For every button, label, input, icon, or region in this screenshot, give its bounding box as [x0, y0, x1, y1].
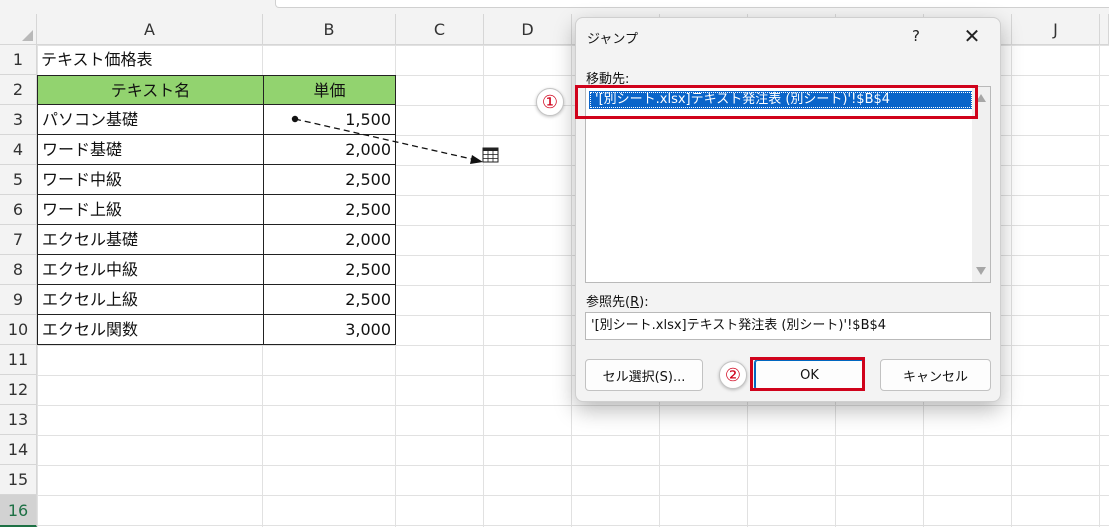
goto-list-item-selected[interactable]: '[別シート.xlsx]テキスト発注表 (別シート)'!$B$4: [589, 91, 973, 109]
help-icon[interactable]: ?: [903, 23, 929, 49]
column-header-d[interactable]: D: [484, 14, 572, 45]
table-cell-name[interactable]: ワード上級: [37, 195, 264, 225]
cancel-button[interactable]: キャンセル: [880, 359, 991, 391]
table-cell-price[interactable]: 2,500: [263, 165, 396, 195]
goto-dialog: ジャンプ ? ✕ 移動先: '[別シート.xlsx]テキスト発注表 (別シート)…: [575, 17, 1001, 402]
table-cell-name[interactable]: パソコン基礎: [37, 105, 264, 135]
close-icon[interactable]: ✕: [957, 23, 987, 49]
table-cell-price[interactable]: 2,500: [263, 285, 396, 315]
row-header-14[interactable]: 14: [0, 435, 37, 465]
row-header-1[interactable]: 1: [0, 45, 37, 75]
goto-list[interactable]: '[別シート.xlsx]テキスト発注表 (別シート)'!$B$4: [585, 86, 991, 283]
table-cell-name[interactable]: エクセル中級: [37, 255, 264, 285]
table-header-name[interactable]: テキスト名: [37, 75, 264, 105]
ok-button[interactable]: OK: [754, 359, 865, 391]
table-cell-name[interactable]: エクセル上級: [37, 285, 264, 315]
table-cell-price[interactable]: 3,000: [263, 315, 396, 345]
table-cell-name[interactable]: エクセル関数: [37, 315, 264, 345]
table-cell-price[interactable]: 2,000: [263, 225, 396, 255]
row-header-7[interactable]: 7: [0, 225, 37, 255]
table-cell-price[interactable]: 1,500: [263, 105, 396, 135]
column-header-c[interactable]: C: [396, 14, 484, 45]
row-header-12[interactable]: 12: [0, 375, 37, 405]
special-button[interactable]: セル選択(S)...: [585, 359, 703, 391]
row-header-10[interactable]: 10: [0, 315, 37, 345]
row-header-13[interactable]: 13: [0, 405, 37, 435]
column-header-b[interactable]: B: [263, 14, 396, 45]
cell-a1-title[interactable]: テキスト価格表: [41, 45, 153, 75]
row-header-2[interactable]: 2: [0, 75, 37, 105]
row-header-11[interactable]: 11: [0, 345, 37, 375]
select-all-corner[interactable]: [0, 14, 37, 45]
table-cell-price[interactable]: 2,500: [263, 255, 396, 285]
row-header-15[interactable]: 15: [0, 465, 37, 495]
table-cell-name[interactable]: エクセル基礎: [37, 225, 264, 255]
step-marker-1: ①: [536, 88, 564, 116]
column-header-k[interactable]: [1100, 14, 1109, 45]
dialog-title: ジャンプ: [587, 32, 638, 47]
scroll-down-icon[interactable]: [976, 267, 986, 275]
row-header-9[interactable]: 9: [0, 285, 37, 315]
reference-input[interactable]: '[別シート.xlsx]テキスト発注表 (別シート)'!$B$4: [585, 312, 991, 340]
column-header-j[interactable]: J: [1012, 14, 1100, 45]
table-cell-price[interactable]: 2,000: [263, 135, 396, 165]
row-header-4[interactable]: 4: [0, 135, 37, 165]
table-cell-price[interactable]: 2,500: [263, 195, 396, 225]
reference-label: 参照先(R):: [586, 295, 649, 310]
row-header-5[interactable]: 5: [0, 165, 37, 195]
formula-bar-strip: [0, 0, 1109, 14]
table-cell-name[interactable]: ワード基礎: [37, 135, 264, 165]
row-header-3[interactable]: 3: [0, 105, 37, 135]
column-header-a[interactable]: A: [37, 14, 263, 45]
table-cell-name[interactable]: ワード中級: [37, 165, 264, 195]
row-header-6[interactable]: 6: [0, 195, 37, 225]
row-header-16-active[interactable]: 16: [0, 495, 37, 527]
list-scrollbar[interactable]: [972, 87, 990, 282]
table-header-price[interactable]: 単価: [263, 75, 396, 105]
goto-label: 移動先:: [586, 72, 630, 87]
scroll-up-icon[interactable]: [976, 94, 986, 102]
step-marker-2: ②: [719, 361, 747, 389]
row-header-8[interactable]: 8: [0, 255, 37, 285]
